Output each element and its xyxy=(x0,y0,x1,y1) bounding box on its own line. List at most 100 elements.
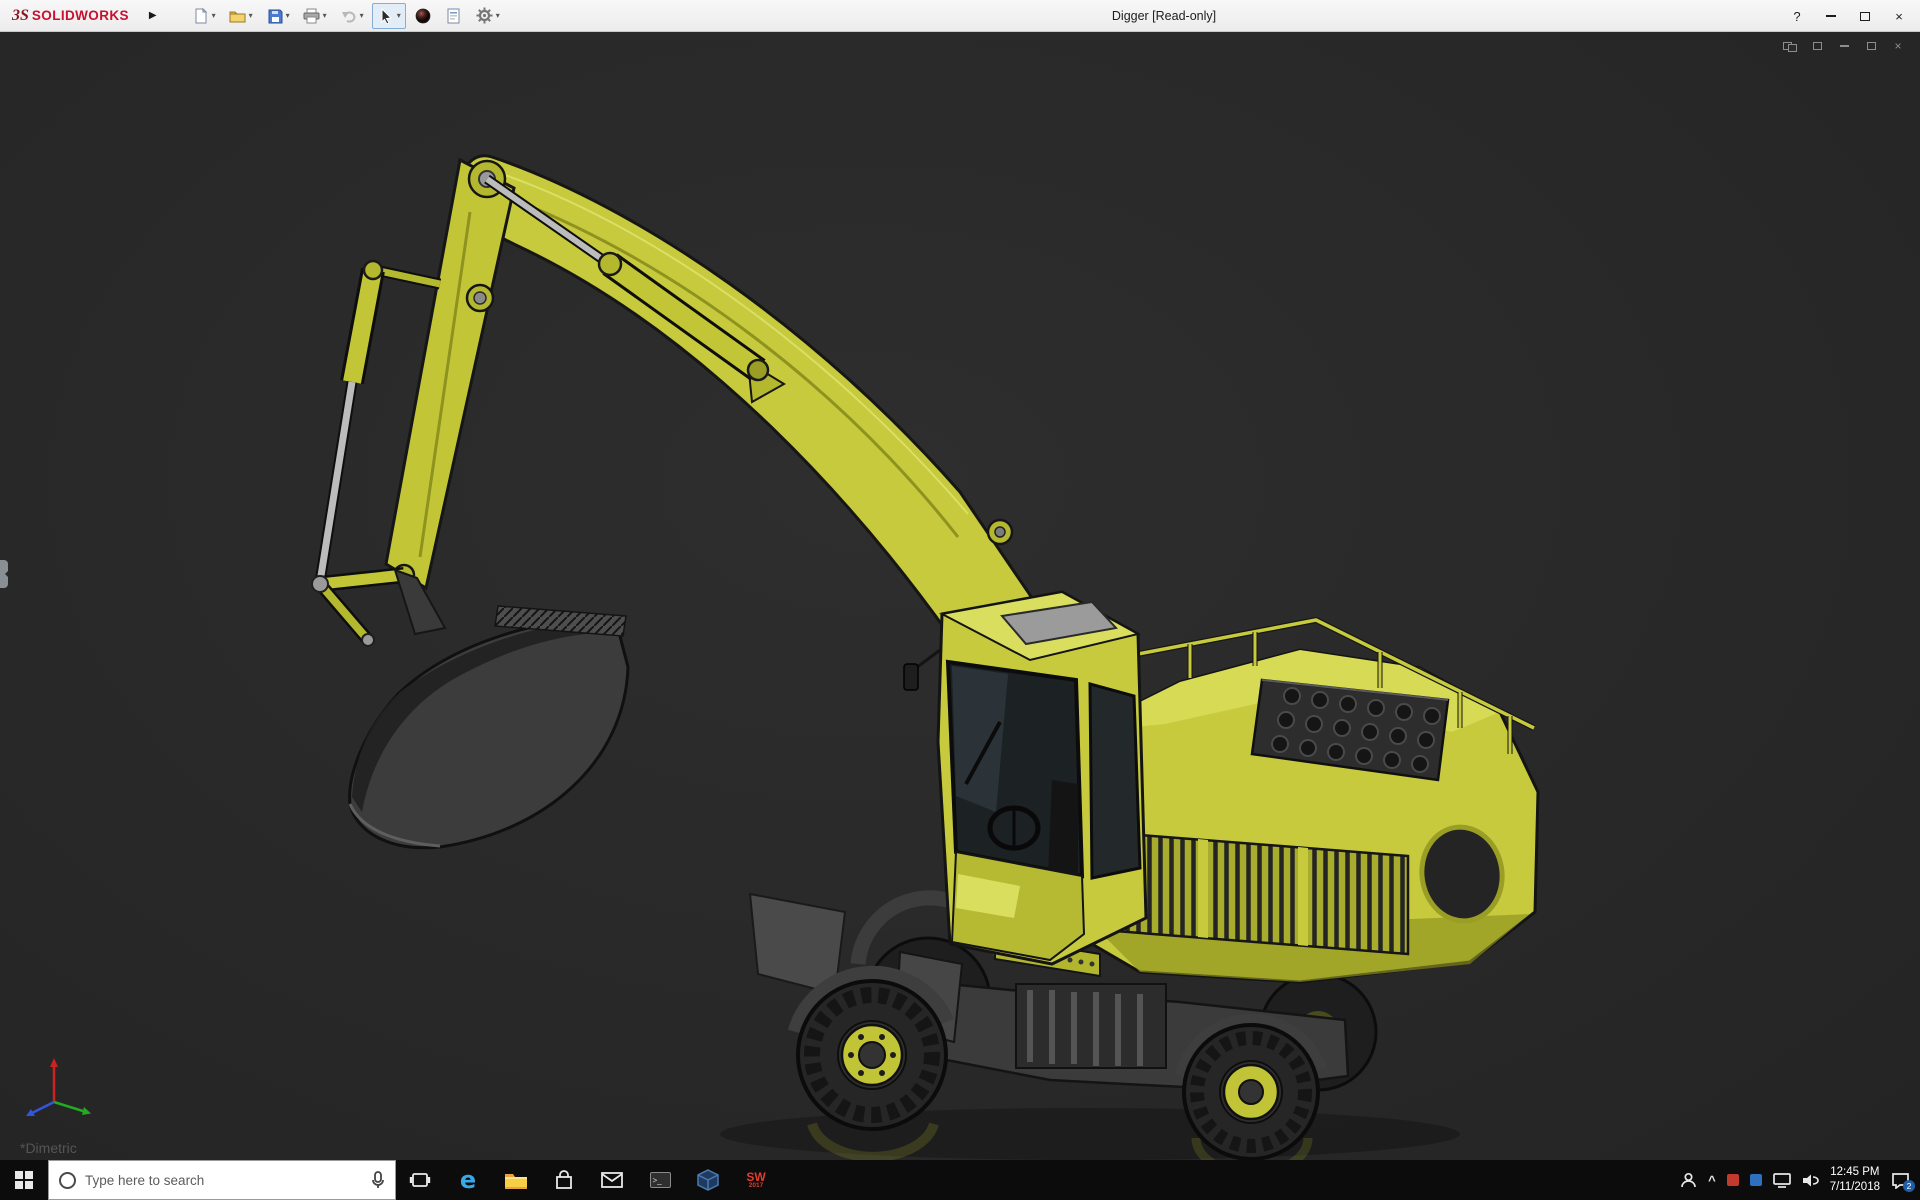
taskbar-clock[interactable]: 12:45 PM 7/11/2018 xyxy=(1830,1165,1880,1195)
tray-red-icon xyxy=(1726,1174,1739,1186)
doc-restore-icon xyxy=(1866,42,1876,50)
solidworks-wordmark: SOLIDWORKS xyxy=(31,7,129,23)
people-icon xyxy=(1681,1172,1696,1188)
doc-window-new-button[interactable] xyxy=(1807,37,1827,55)
document-window-controls: × xyxy=(1780,37,1908,55)
select-cursor-icon xyxy=(377,7,395,25)
windows-logo-icon xyxy=(15,1171,33,1189)
tray-blue-icon xyxy=(1749,1174,1762,1186)
new-document-icon xyxy=(192,7,210,25)
open-folder-icon xyxy=(229,7,247,25)
menu-expand-arrow[interactable]: ▶ xyxy=(149,10,157,21)
excavator-boom[interactable] xyxy=(456,154,1048,675)
people-button[interactable] xyxy=(1680,1172,1697,1188)
gear-icon xyxy=(476,7,494,25)
select-tool-button[interactable]: ▾ xyxy=(371,2,406,29)
solidworks-taskbar-button[interactable]: SW 2017 xyxy=(732,1160,780,1200)
app-window-controls: ? × xyxy=(1780,0,1916,32)
edrawings-button[interactable] xyxy=(684,1160,732,1200)
dropdown-arrow-icon: ▾ xyxy=(211,10,216,20)
search-input[interactable] xyxy=(85,1172,362,1188)
task-view-button[interactable] xyxy=(396,1160,444,1200)
file-explorer-button[interactable] xyxy=(492,1160,540,1200)
new-window-icon xyxy=(1812,42,1822,50)
new-document-button[interactable]: ▾ xyxy=(187,3,221,29)
chevron-up-icon: ^ xyxy=(1708,1172,1716,1188)
orientation-triad-icon xyxy=(26,1058,91,1116)
help-button[interactable]: ? xyxy=(1780,1,1814,31)
undo-button[interactable]: ▾ xyxy=(335,3,369,29)
graphics-viewport[interactable]: × *Dimetric xyxy=(0,32,1920,1160)
dropdown-arrow-icon: ▾ xyxy=(495,10,500,20)
expand-arrow-icon: ▶ xyxy=(148,10,157,21)
excavator-bucket[interactable] xyxy=(348,568,630,850)
show-hidden-icons-button[interactable]: ^ xyxy=(1708,1173,1716,1188)
edge-browser-button[interactable]: e xyxy=(444,1160,492,1200)
featuremanager-flyout-tab[interactable] xyxy=(0,560,9,588)
network-icon xyxy=(1772,1172,1791,1188)
task-view-icon xyxy=(409,1173,431,1187)
speaker-icon xyxy=(1802,1174,1819,1186)
appearance-sphere-button[interactable] xyxy=(409,3,437,29)
notification-badge: 2 xyxy=(1903,1179,1915,1192)
command-prompt-icon: >_ xyxy=(649,1172,671,1188)
doc-minimize-button[interactable] xyxy=(1834,37,1854,55)
system-tray: ^ 12:45 PM 7/11/2018 2 xyxy=(1680,1165,1920,1195)
doc-restore-button[interactable] xyxy=(1861,37,1881,55)
rear-wheel[interactable] xyxy=(1182,1023,1320,1160)
windows-taskbar: e >_ SW 2017 ^ 12:45 PM xyxy=(0,1160,1920,1200)
tray-app-red-button[interactable] xyxy=(1726,1174,1739,1186)
file-explorer-icon xyxy=(505,1173,527,1189)
printer-icon xyxy=(303,7,321,25)
document-title: Digger [Read-only] xyxy=(1111,9,1217,23)
excavator-cab[interactable] xyxy=(903,590,1148,966)
microphone-icon xyxy=(372,1171,384,1188)
appearance-sphere-icon xyxy=(414,7,432,25)
minimize-icon xyxy=(1826,15,1836,17)
solidworks-logo: 3S SOLIDWORKS xyxy=(12,7,129,25)
maximize-icon xyxy=(1860,11,1870,21)
excavator-stick[interactable] xyxy=(384,157,516,591)
clock-date: 7/11/2018 xyxy=(1829,1181,1880,1193)
taskbar-search-box[interactable] xyxy=(48,1160,396,1200)
doc-close-button[interactable]: × xyxy=(1888,37,1908,55)
dropdown-arrow-icon: ▾ xyxy=(322,10,327,20)
store-bag-icon xyxy=(556,1170,572,1189)
dropdown-arrow-icon: ▾ xyxy=(359,10,364,20)
mail-button[interactable] xyxy=(588,1160,636,1200)
dassault-3ds-logo-icon: 3S xyxy=(12,6,29,24)
start-button[interactable] xyxy=(0,1160,48,1200)
save-button[interactable]: ▾ xyxy=(261,3,295,29)
print-button[interactable]: ▾ xyxy=(298,3,332,29)
close-button[interactable]: × xyxy=(1882,1,1916,31)
minimize-button[interactable] xyxy=(1814,1,1848,31)
open-document-button[interactable]: ▾ xyxy=(224,3,258,29)
cascade-window-icon xyxy=(1788,44,1797,52)
dropdown-arrow-icon: ▾ xyxy=(248,10,253,20)
quick-access-toolbar: ▾ ▾ ▾ ▾ ▾ ▾ ▾ xyxy=(187,2,505,29)
excavator-3d-model[interactable] xyxy=(0,32,1920,1160)
dropdown-arrow-icon: ▾ xyxy=(396,10,401,20)
network-button[interactable] xyxy=(1772,1172,1791,1188)
store-button[interactable] xyxy=(540,1160,588,1200)
action-center-button[interactable]: 2 xyxy=(1891,1172,1915,1192)
app-titlebar: 3S SOLIDWORKS ▶ ▾ ▾ ▾ ▾ ▾ ▾ ▾ Digger [Re… xyxy=(0,0,1920,32)
dropdown-arrow-icon: ▾ xyxy=(285,10,290,20)
clock-time: 12:45 PM xyxy=(1830,1166,1880,1179)
doc-minimize-icon xyxy=(1839,45,1849,47)
design-binder-icon xyxy=(445,7,463,25)
design-binder-button[interactable] xyxy=(440,3,468,29)
doc-window-cascade-button[interactable] xyxy=(1780,37,1800,55)
front-wheel[interactable] xyxy=(796,979,948,1131)
options-button[interactable]: ▾ xyxy=(471,3,505,29)
view-orientation-label: *Dimetric xyxy=(20,1140,77,1156)
tray-app-blue-button[interactable] xyxy=(1749,1174,1762,1186)
volume-button[interactable] xyxy=(1802,1173,1819,1188)
maximize-button[interactable] xyxy=(1848,1,1882,31)
solidworks-app-icon: SW 2017 xyxy=(746,1169,766,1189)
undo-arrow-icon xyxy=(340,7,358,25)
mail-envelope-icon xyxy=(601,1172,623,1188)
cad-cube-icon xyxy=(697,1169,719,1191)
edge-icon: e xyxy=(459,1166,477,1194)
command-prompt-button[interactable]: >_ xyxy=(636,1160,684,1200)
